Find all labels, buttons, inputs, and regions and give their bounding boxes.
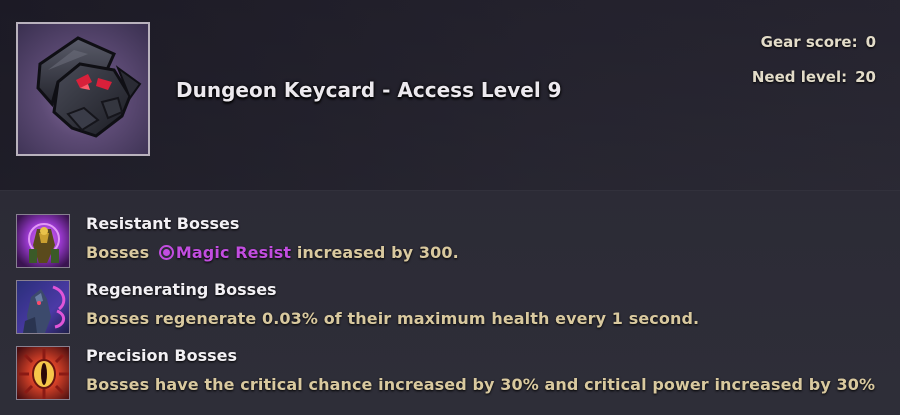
regenerating-boss-icon (16, 280, 70, 334)
description-prefix: Bosses (86, 243, 150, 262)
magic-resist-keyword[interactable]: Magic Resist (176, 243, 291, 262)
modifier-resistant-bosses: Resistant Bosses Bosses Magic Resist inc… (16, 214, 876, 270)
modifier-description: Bosses Magic Resist increased by 300. (86, 243, 459, 262)
modifier-title: Resistant Bosses (86, 214, 240, 233)
description-suffix: increased by 300. (296, 243, 459, 262)
magic-resist-icon (158, 245, 174, 260)
item-icon-frame (16, 22, 150, 156)
keycard-icon (36, 36, 142, 138)
item-name: Dungeon Keycard - Access Level 9 (176, 78, 562, 102)
gear-score-value: 0 (865, 33, 876, 51)
need-level: Need level: 20 (752, 68, 876, 86)
need-level-label: Need level: (751, 68, 848, 86)
modifier-regenerating-bosses: Regenerating Bosses Bosses regenerate 0.… (16, 280, 876, 336)
resistant-boss-icon (16, 214, 70, 268)
modifier-title: Precision Bosses (86, 346, 238, 365)
modifier-description: Bosses regenerate 0.03% of their maximum… (86, 309, 700, 328)
item-tooltip-panel: Dungeon Keycard - Access Level 9 Gear sc… (0, 0, 900, 415)
modifier-precision-bosses: Precision Bosses Bosses have the critica… (16, 346, 876, 402)
precision-boss-icon (16, 346, 70, 400)
gear-score: Gear score: 0 (761, 33, 876, 51)
need-level-value: 20 (855, 68, 876, 86)
section-divider (0, 190, 900, 191)
modifier-description: Bosses have the critical chance increase… (86, 375, 876, 394)
modifier-title: Regenerating Bosses (86, 280, 277, 299)
gear-score-label: Gear score: (760, 33, 858, 51)
